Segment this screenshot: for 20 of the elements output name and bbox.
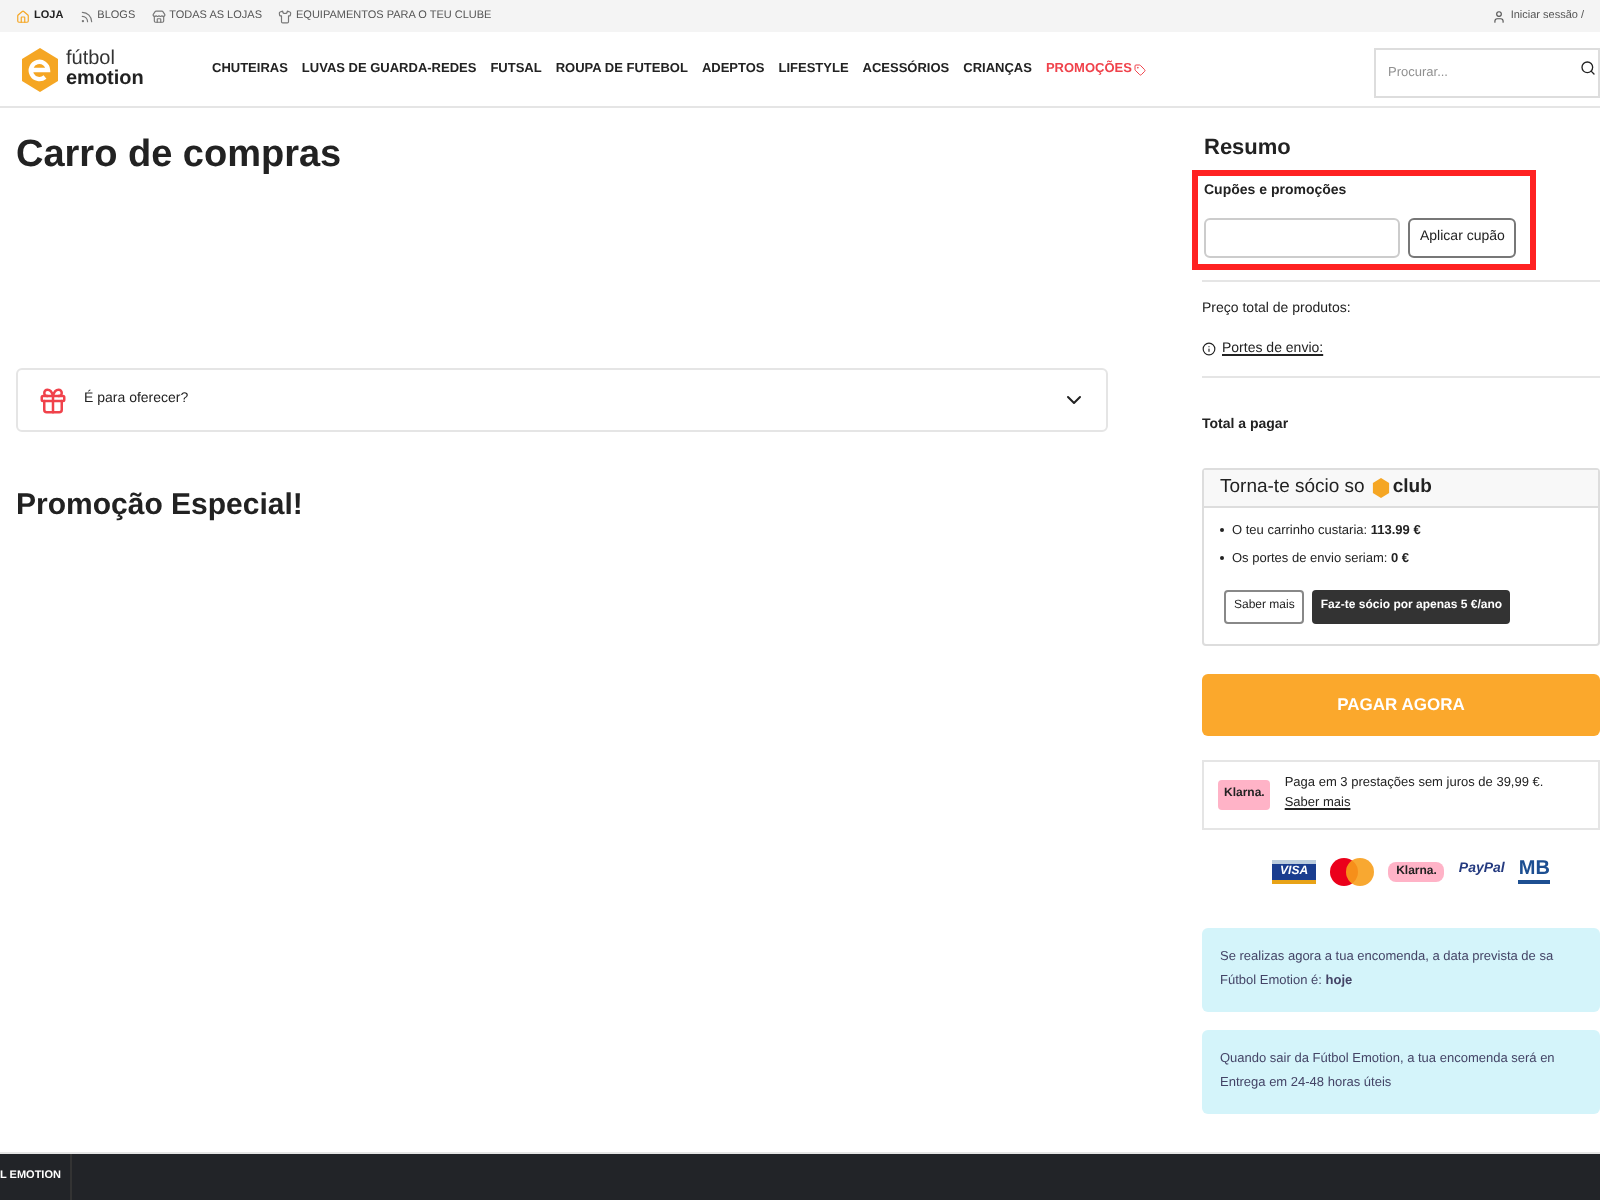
coupon-input[interactable] xyxy=(1204,218,1400,258)
logo-text: emotion xyxy=(66,69,144,89)
rss-icon xyxy=(79,9,94,23)
user-icon xyxy=(1492,9,1507,23)
store-icon xyxy=(151,9,166,23)
search-icon xyxy=(1580,60,1596,76)
shirt-icon xyxy=(278,9,292,23)
club-card-title: Torna-te sócio so xyxy=(1220,473,1365,502)
logo[interactable]: fútbol emotion xyxy=(20,47,200,91)
gift-icon xyxy=(38,385,68,415)
logo-text: fútbol xyxy=(66,49,117,69)
info-icon xyxy=(1202,342,1216,357)
page-title: Carro de compras xyxy=(16,132,344,180)
club-brand: club xyxy=(1392,473,1432,502)
tag-icon xyxy=(1133,63,1146,75)
house-icon xyxy=(16,9,30,23)
multibanco-logo: MB xyxy=(1518,858,1550,884)
summary-title: Resumo xyxy=(1202,134,1293,164)
section-title: Promoção Especial! xyxy=(16,486,305,526)
mastercard-icon xyxy=(1330,857,1375,885)
